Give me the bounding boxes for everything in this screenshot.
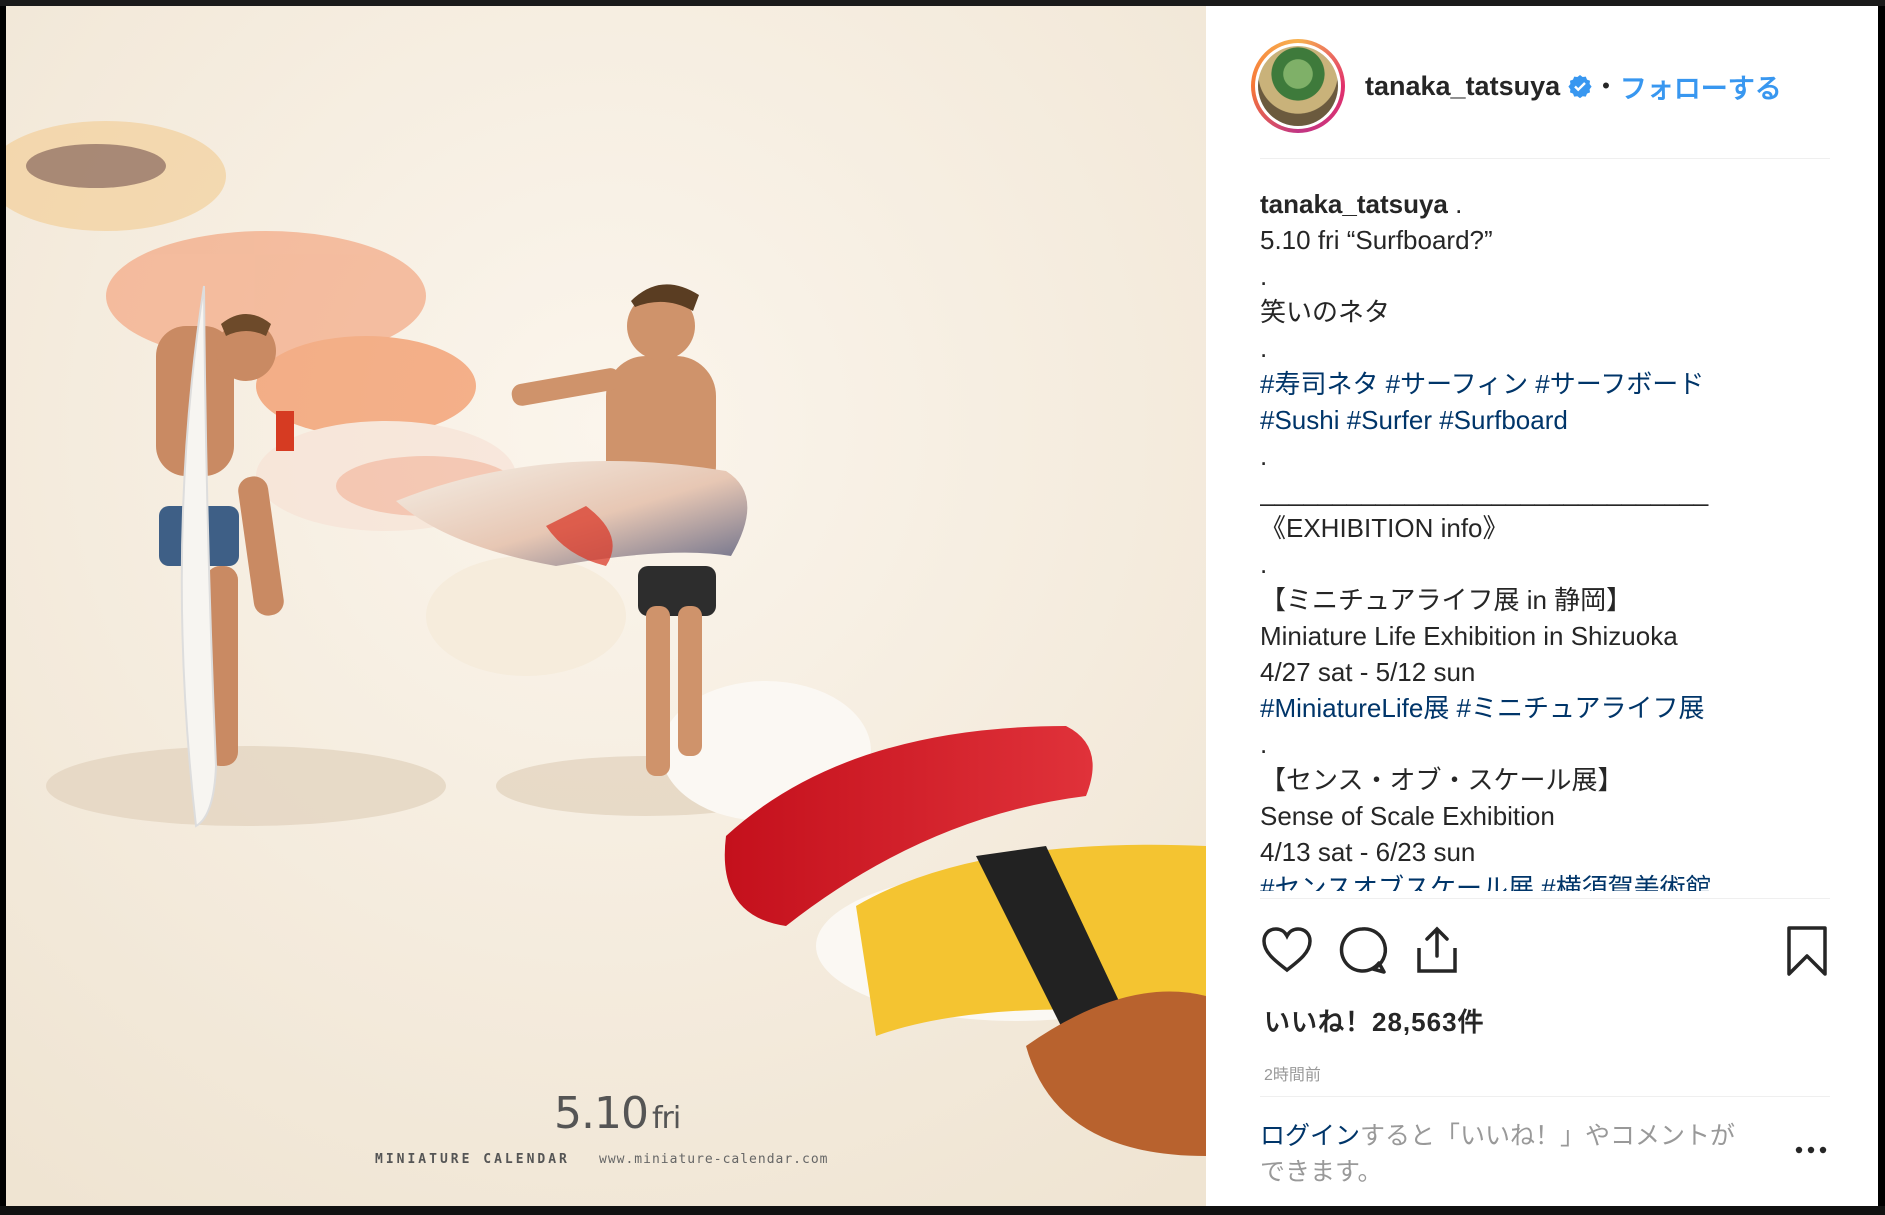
caption-line: . xyxy=(1260,333,1268,363)
post-photo[interactable]: 5.10 fri MINIATURE CALENDAR www.miniature… xyxy=(6,6,1206,1206)
caption-line: 4/13 sat - 6/23 sun xyxy=(1260,837,1476,867)
caption-hashtags[interactable]: #Sushi #Surfer #Surfboard xyxy=(1260,402,1830,438)
caption-line: 【センス・オブ・スケール展】 xyxy=(1260,765,1624,795)
more-options-icon[interactable] xyxy=(1791,1138,1831,1162)
bookmark-icon[interactable] xyxy=(1780,924,1834,978)
photo-illustration xyxy=(6,6,1206,1206)
caption-line: . xyxy=(1260,441,1268,471)
avatar-image xyxy=(1258,46,1338,126)
caption: tanaka_tatsuya . 5.10 fri “Surfboard?” .… xyxy=(1260,186,1830,891)
login-prompt: ログインすると「いいね！」やコメントができます。 xyxy=(1260,1118,1760,1190)
caption-line: Miniature Life Exhibition in Shizuoka xyxy=(1260,621,1678,651)
caption-first-line: tanaka_tatsuya . xyxy=(1260,186,1830,222)
profile-avatar[interactable] xyxy=(1251,39,1345,133)
caption-line: 《EXHIBITION info》 xyxy=(1260,513,1509,543)
heart-icon[interactable] xyxy=(1260,924,1314,978)
calendar-brand: MINIATURE CALENDAR xyxy=(375,1152,570,1167)
login-link[interactable]: ログイン xyxy=(1260,1122,1360,1150)
calendar-date: 5.10 fri xyxy=(554,1088,681,1139)
caption-hashtags[interactable]: #センスオブスケール展 #横須賀美術館 xyxy=(1260,870,1830,891)
like-count[interactable]: いいね！28,563件 xyxy=(1264,1002,1485,1039)
header-separator: • xyxy=(1602,73,1610,98)
calendar-date-number: 5.10 xyxy=(554,1088,649,1139)
window-bottom-edge xyxy=(0,1206,1885,1215)
caption-username[interactable]: tanaka_tatsuya xyxy=(1260,189,1448,219)
calendar-url: www.miniature-calendar.com xyxy=(599,1152,829,1167)
caption-line: 【ミニチュアライフ展 in 静岡】 xyxy=(1260,585,1633,615)
caption-line: . xyxy=(1260,261,1268,291)
post-header: tanaka_tatsuya • フォローする xyxy=(1251,36,1825,136)
login-divider xyxy=(1260,1096,1830,1097)
caption-line: 笑いのネタ xyxy=(1260,297,1391,327)
caption-hashtags[interactable]: #寿司ネタ #サーフィン #サーフボード xyxy=(1260,366,1830,402)
caption-line: 5.10 fri “Surfboard?” xyxy=(1260,225,1493,255)
caption-line: 4/27 sat - 5/12 sun xyxy=(1260,657,1476,687)
share-icon[interactable] xyxy=(1410,924,1464,978)
header-divider xyxy=(1260,158,1830,159)
post-timestamp: 2時間前 xyxy=(1264,1067,1321,1084)
calendar-day-of-week: fri xyxy=(651,1101,681,1136)
caption-divider xyxy=(1260,898,1830,899)
caption-line: . xyxy=(1260,729,1268,759)
caption-first-text: . xyxy=(1447,189,1463,219)
comment-icon[interactable] xyxy=(1335,924,1389,978)
follow-button[interactable]: フォローする xyxy=(1620,67,1782,106)
header-username[interactable]: tanaka_tatsuya xyxy=(1365,71,1560,102)
verified-badge-icon xyxy=(1568,75,1592,98)
action-bar xyxy=(1260,924,1834,980)
caption-line: . xyxy=(1260,549,1268,579)
post-sidebar: tanaka_tatsuya • フォローする tanaka_tatsuya .… xyxy=(1206,6,1878,1206)
caption-hashtags[interactable]: #MiniatureLife展 #ミニチュアライフ展 xyxy=(1260,690,1830,726)
post-dialog: 5.10 fri MINIATURE CALENDAR www.miniature… xyxy=(6,6,1878,1206)
caption-line: Sense of Scale Exhibition xyxy=(1260,801,1555,831)
caption-rule: _______________________________ xyxy=(1260,477,1709,507)
